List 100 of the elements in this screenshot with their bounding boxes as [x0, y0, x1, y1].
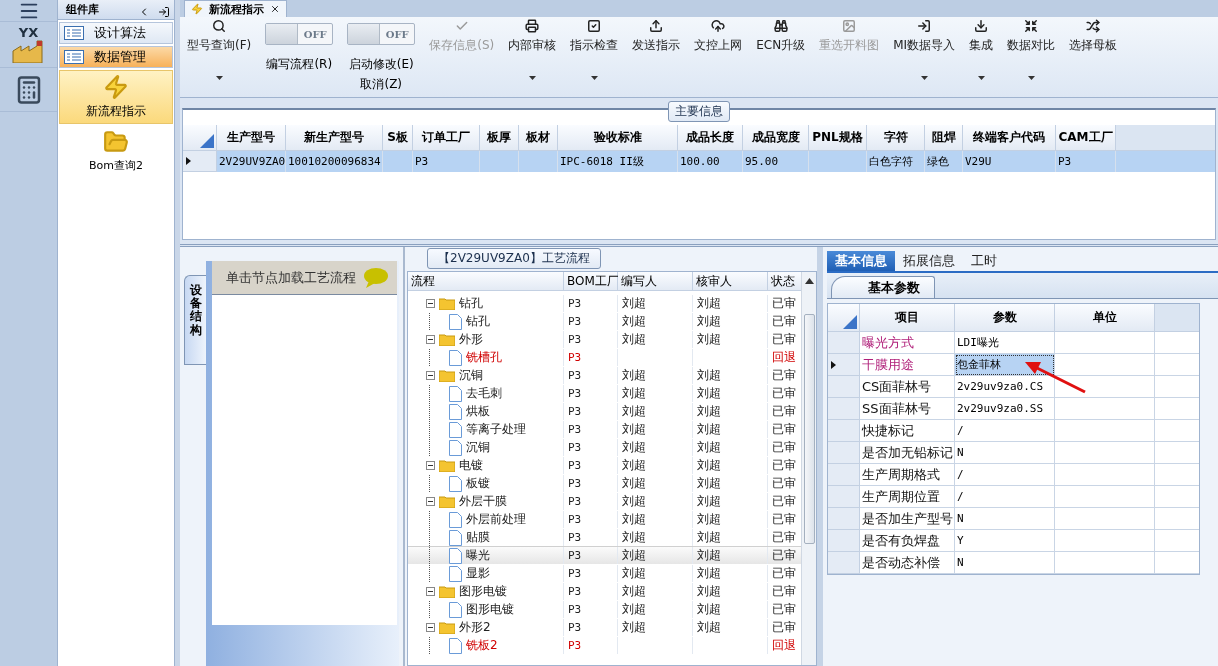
table-cell: 2v29uv9za0.CS: [955, 376, 1055, 398]
item-label: 是否加无铅标记: [862, 443, 953, 462]
toolbar-button[interactable]: MI数据导入: [886, 19, 963, 93]
column-header[interactable]: 字符: [867, 125, 925, 151]
column-header[interactable]: 终端客户代码: [963, 125, 1056, 151]
folder-icon: [439, 495, 455, 508]
panel-title: 组件库: [66, 2, 100, 17]
collapse-icon[interactable]: [426, 497, 435, 506]
folder-icon: [439, 621, 455, 634]
table-cell: P3: [564, 637, 618, 654]
tab[interactable]: 拓展信息: [895, 251, 963, 271]
file-icon: [449, 601, 462, 618]
toggle-switch[interactable]: OFF: [347, 23, 416, 45]
column-header[interactable]: PNL规格: [809, 125, 867, 151]
node-label: 电镀: [459, 457, 483, 474]
column-header[interactable]: 板材: [519, 125, 558, 151]
column-header[interactable]: 新生产型号: [286, 125, 383, 151]
toolbar-icon: [1024, 19, 1039, 33]
table-cell: 10010200096834: [286, 151, 383, 172]
nav-item[interactable]: 数据管理: [59, 46, 173, 68]
column-header[interactable]: CAM工厂: [1056, 125, 1116, 151]
tab[interactable]: 基本信息: [827, 251, 895, 271]
column-header[interactable]: 订单工厂: [413, 125, 480, 151]
table-cell: 95.00: [743, 151, 809, 172]
column-header[interactable]: 成品宽度: [743, 125, 809, 151]
toolbar-icon: [1086, 19, 1101, 33]
lightning-icon: [191, 3, 203, 15]
column-header[interactable]: 流程: [408, 272, 564, 291]
node-label: 外形: [459, 331, 483, 348]
file-icon: [449, 439, 462, 456]
toolbar-button[interactable]: 选择母板: [1062, 19, 1125, 93]
toggle-label: 启动修改(E): [348, 56, 414, 73]
collapse-icon[interactable]: [426, 587, 435, 596]
tree-row[interactable]: 曝光 P3 刘超 刘超 已审: [408, 546, 801, 564]
close-icon[interactable]: [270, 4, 280, 14]
column-header[interactable]: 板厚: [480, 125, 519, 151]
sub-tab[interactable]: 基本参数: [831, 276, 935, 298]
column-header[interactable]: S板: [383, 125, 413, 151]
node-label: 铣槽孔: [466, 349, 502, 366]
table-cell: LDI曝光: [955, 332, 1055, 354]
file-icon: [449, 547, 462, 564]
nav-item[interactable]: 设计算法: [59, 22, 173, 44]
node-label: 沉铜: [459, 367, 483, 384]
column-header[interactable]: 参数: [955, 304, 1055, 332]
item-label: 是否动态补偿: [862, 553, 940, 572]
column-header[interactable]: 项目: [860, 304, 955, 332]
column-header[interactable]: 验收标准: [558, 125, 678, 151]
toolbar-icon: [454, 19, 469, 33]
collapse-icon[interactable]: [426, 623, 435, 632]
scroll-up-icon[interactable]: [804, 278, 814, 284]
toolbar-button[interactable]: 发送指示: [625, 19, 688, 93]
file-icon: [449, 385, 462, 402]
folder-icon: [439, 297, 455, 310]
collapse-icon[interactable]: [426, 299, 435, 308]
node-label: 图形电镀: [459, 583, 507, 600]
column-header[interactable]: 编写人: [618, 272, 693, 291]
toggle-switch[interactable]: OFF: [265, 23, 334, 45]
toolbar-icon: [974, 19, 989, 33]
node-label: 显影: [466, 565, 490, 582]
tab[interactable]: 工时: [963, 251, 1005, 271]
speech-bubble-icon: [363, 266, 389, 289]
side-tab[interactable]: 设备结构: [184, 275, 206, 365]
toolbar-button[interactable]: 型号查询(F): [180, 19, 259, 93]
table-cell: Y: [955, 530, 1055, 552]
item-label: 干膜用途: [862, 355, 914, 374]
node-label: 曝光: [466, 547, 490, 564]
column-header[interactable]: 成品长度: [678, 125, 743, 151]
toolbar-button[interactable]: 指示检查: [563, 19, 626, 93]
table-cell: 白色字符: [867, 151, 925, 172]
row-header[interactable]: [828, 354, 860, 376]
row-indicator-icon: [831, 360, 836, 369]
file-icon: [449, 475, 462, 492]
toolbar-icon: [711, 19, 726, 33]
column-header[interactable]: 生产型号: [217, 125, 286, 151]
item-label: CS面菲林号: [862, 377, 932, 396]
row-indicator-icon: [186, 157, 191, 165]
column-header[interactable]: 阻焊: [925, 125, 963, 151]
document-tab[interactable]: 新流程指示: [184, 0, 287, 17]
collapse-icon[interactable]: [426, 371, 435, 380]
node-label: 去毛刺: [466, 385, 502, 402]
item-label: 生产周期格式: [862, 465, 940, 484]
hint-text: 单击节点加载工艺流程: [226, 268, 356, 287]
toolbar-button[interactable]: ECN升级: [749, 19, 813, 93]
file-icon: [449, 421, 462, 438]
toolbar-button[interactable]: 集成: [962, 19, 1001, 93]
scrollbar[interactable]: [801, 272, 816, 665]
toolbar-button[interactable]: 内部审核: [501, 19, 564, 93]
nav-tile[interactable]: 新流程指示: [59, 70, 173, 124]
toolbar-button[interactable]: 文控上网: [687, 19, 750, 93]
column-header[interactable]: 状态: [768, 272, 801, 291]
toolbar-button[interactable]: 数据对比: [1000, 19, 1063, 93]
table-cell: 2V29UV9ZA0: [217, 151, 286, 172]
column-header[interactable]: 核审人: [693, 272, 768, 291]
table-cell: /: [955, 464, 1055, 486]
column-header[interactable]: 单位: [1055, 304, 1155, 332]
column-header[interactable]: BOM工厂: [564, 272, 618, 291]
table-cell: 绿色: [925, 151, 963, 172]
collapse-icon[interactable]: [426, 335, 435, 344]
node-label: 钻孔: [466, 313, 490, 330]
collapse-icon[interactable]: [426, 461, 435, 470]
